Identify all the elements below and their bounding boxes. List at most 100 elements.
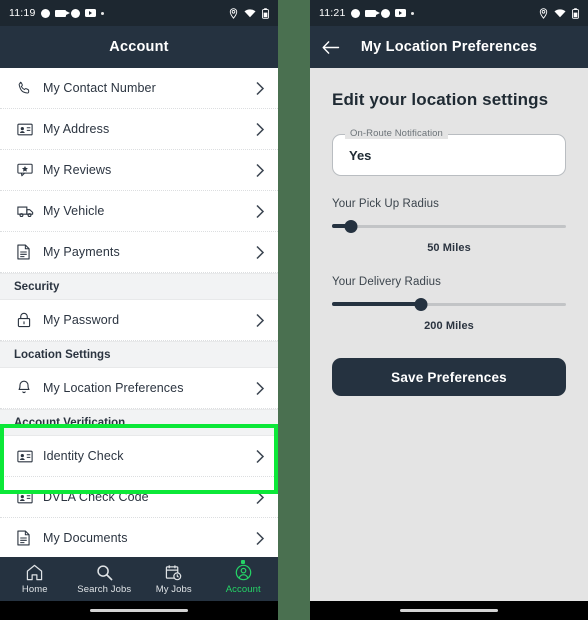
circle-icon — [40, 8, 50, 18]
circle-icon — [70, 8, 80, 18]
home-indicator-bar-left — [0, 601, 278, 620]
nav-item-account[interactable]: Account — [209, 559, 279, 595]
chevron-right-icon — [255, 163, 265, 178]
account-icon — [235, 559, 252, 582]
list-item-label: My Vehicle — [43, 204, 105, 218]
nav-item-my-jobs[interactable]: My Jobs — [139, 563, 209, 595]
list-item-my-contact-number[interactable]: My Contact Number — [0, 68, 278, 109]
nav-label: My Jobs — [155, 583, 192, 595]
video-icon — [394, 9, 406, 17]
list-item-my-reviews[interactable]: My Reviews — [0, 150, 278, 191]
delivery-radius-label: Your Delivery Radius — [332, 276, 441, 288]
account-settings-list[interactable]: My Contact Number My Address My Reviews … — [0, 68, 278, 557]
nav-active-indicator — [241, 559, 246, 564]
nav-label: Home — [21, 583, 48, 595]
id-card-icon — [17, 491, 39, 504]
chevron-right-icon — [255, 490, 265, 505]
list-item-label: My Reviews — [43, 163, 112, 177]
list-item-label: My Contact Number — [43, 81, 156, 95]
camcorder-icon — [54, 9, 70, 17]
slider-track — [332, 224, 566, 228]
back-arrow-icon[interactable] — [322, 26, 340, 68]
list-item-label: Identity Check — [43, 449, 124, 463]
pickup-radius-label: Your Pick Up Radius — [332, 198, 439, 210]
chevron-right-icon — [255, 122, 265, 137]
pickup-radius-value: 50 Miles — [427, 242, 471, 254]
slider-thumb[interactable] — [414, 297, 428, 311]
search-icon — [96, 563, 113, 582]
status-bar-right: 11:21 — [310, 0, 588, 26]
dot-icon — [410, 11, 414, 15]
list-item-dvla-check-code[interactable]: DVLA Check Code — [0, 477, 278, 518]
status-bar-left: 11:19 — [0, 0, 278, 26]
list-item-my-password[interactable]: My Password — [0, 300, 278, 341]
circle-icon — [350, 8, 360, 18]
wifi-icon — [554, 8, 566, 18]
document-icon — [17, 530, 39, 546]
circle-icon — [380, 8, 390, 18]
list-item-identity-check[interactable]: Identity Check — [0, 436, 278, 477]
calendar-clock-icon — [165, 563, 182, 582]
section-header-location-settings: Location Settings — [0, 341, 278, 368]
nav-label: Account — [225, 583, 261, 595]
lock-icon — [17, 312, 39, 328]
chevron-right-icon — [255, 81, 265, 96]
field-label: On-Route Notification — [345, 128, 448, 139]
list-item-my-payments[interactable]: My Payments — [0, 232, 278, 273]
list-item-my-vehicle[interactable]: My Vehicle — [0, 191, 278, 232]
save-preferences-button[interactable]: Save Preferences — [332, 358, 566, 396]
location-pin-icon — [539, 7, 548, 19]
panel-divider — [278, 0, 310, 620]
right-phone-location-preferences-screen: 11:21 My Location Preferences Edit your … — [310, 0, 588, 620]
nav-item-search-jobs[interactable]: Search Jobs — [70, 563, 140, 595]
video-icon — [84, 9, 96, 17]
list-item-label: My Location Preferences — [43, 381, 184, 395]
list-item-label: My Payments — [43, 245, 120, 259]
id-card-icon — [17, 123, 39, 136]
status-bar-time: 11:19 — [9, 7, 36, 19]
list-item-label: DVLA Check Code — [43, 490, 149, 504]
on-route-notification-select[interactable]: On-Route Notification Yes — [332, 128, 566, 176]
list-item-my-location-preferences[interactable]: My Location Preferences — [0, 368, 278, 409]
list-item-my-address[interactable]: My Address — [0, 109, 278, 150]
chevron-right-icon — [255, 204, 265, 219]
section-header-account-verification: Account Verification — [0, 409, 278, 436]
dual-phone-screenshot: 11:19 Account My Contact Number My Addre… — [0, 0, 588, 620]
section-heading: Edit your location settings — [332, 90, 549, 109]
nav-item-home[interactable]: Home — [0, 563, 70, 595]
section-header-security: Security — [0, 273, 278, 300]
chevron-right-icon — [255, 449, 265, 464]
battery-icon — [572, 7, 579, 19]
wifi-icon — [244, 8, 256, 18]
slider-thumb[interactable] — [344, 219, 358, 233]
chevron-right-icon — [255, 531, 265, 546]
page-title: My Location Preferences — [360, 39, 538, 55]
field-value: Yes — [349, 147, 372, 163]
slider-fill — [332, 302, 421, 306]
home-icon — [26, 563, 43, 582]
battery-icon — [262, 7, 269, 19]
document-icon — [17, 244, 39, 260]
id-card-icon — [17, 450, 39, 463]
status-bar-time: 11:21 — [319, 7, 346, 19]
list-item-label: My Password — [43, 313, 120, 327]
bottom-navigation-bar: Home Search Jobs My Jobs Account — [0, 557, 278, 601]
home-indicator[interactable] — [400, 608, 498, 613]
delivery-radius-slider[interactable] — [332, 297, 566, 311]
chevron-right-icon — [255, 245, 265, 260]
home-indicator[interactable] — [90, 608, 188, 613]
chevron-right-icon — [255, 381, 265, 396]
dot-icon — [100, 11, 104, 15]
list-item-label: My Address — [43, 122, 110, 136]
chevron-right-icon — [255, 313, 265, 328]
pickup-radius-slider[interactable] — [332, 219, 566, 233]
list-item-my-documents[interactable]: My Documents — [0, 518, 278, 557]
bell-icon — [17, 380, 39, 396]
list-item-label: My Documents — [43, 531, 128, 545]
left-phone-account-screen: 11:19 Account My Contact Number My Addre… — [0, 0, 278, 620]
delivery-radius-value: 200 Miles — [424, 320, 474, 332]
app-bar-right: My Location Preferences — [310, 26, 588, 68]
nav-label: Search Jobs — [77, 583, 132, 595]
camcorder-icon — [364, 9, 380, 17]
app-bar-left: Account — [0, 26, 278, 68]
